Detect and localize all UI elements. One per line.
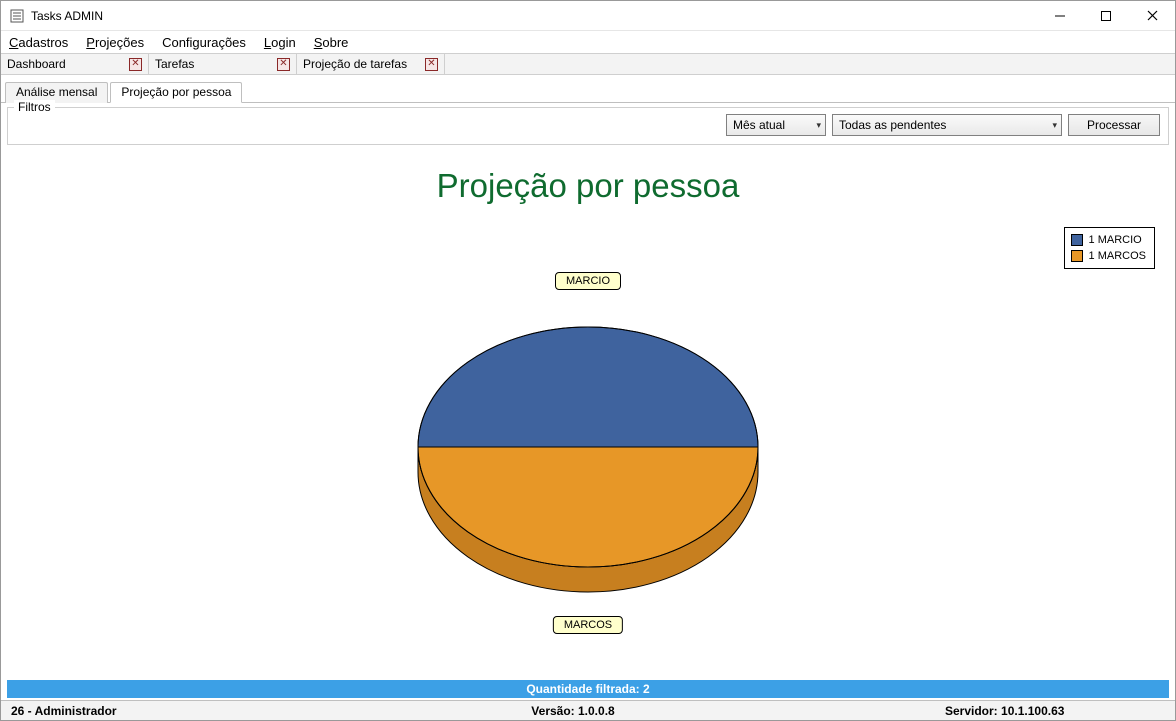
- process-button-label: Processar: [1087, 118, 1141, 132]
- filters-legend: Filtros: [14, 100, 55, 114]
- legend-swatch-icon: [1071, 250, 1083, 262]
- close-tab-icon[interactable]: ✕: [425, 58, 438, 71]
- app-icon: [9, 8, 25, 24]
- chart-legend: 1 MARCIO 1 MARCOS: [1064, 227, 1155, 269]
- window-title: Tasks ADMIN: [31, 9, 103, 23]
- menu-sobre[interactable]: Sobre: [312, 31, 351, 53]
- legend-item: 1 MARCOS: [1071, 248, 1146, 264]
- maximize-button[interactable]: [1083, 1, 1129, 31]
- pie-chart: MARCIO MARCOS: [408, 302, 768, 622]
- chevron-down-icon: ▾: [1052, 120, 1057, 131]
- doc-tab-dashboard[interactable]: Dashboard ✕: [1, 54, 149, 74]
- close-tab-icon[interactable]: ✕: [129, 58, 142, 71]
- menu-login[interactable]: Login: [262, 31, 298, 53]
- doc-tab-tarefas[interactable]: Tarefas ✕: [149, 54, 297, 74]
- doc-tab-label: Dashboard: [7, 57, 66, 71]
- title-bar: Tasks ADMIN: [1, 1, 1175, 31]
- close-tab-icon[interactable]: ✕: [277, 58, 290, 71]
- summary-text: Quantidade filtrada: 2: [526, 682, 649, 696]
- period-combo[interactable]: Mês atual ▾: [726, 114, 826, 136]
- sub-tab-label: Análise mensal: [16, 85, 97, 99]
- status-version: Versão: 1.0.0.8: [521, 704, 624, 718]
- status-user: 26 - Administrador: [1, 704, 211, 718]
- legend-item: 1 MARCIO: [1071, 232, 1146, 248]
- chart-title: Projeção por pessoa: [7, 167, 1169, 205]
- menu-bar: Cadastros Projeções Configurações Login …: [1, 31, 1175, 53]
- sub-tab-label: Projeção por pessoa: [121, 85, 231, 99]
- minimize-button[interactable]: [1037, 1, 1083, 31]
- summary-bar: Quantidade filtrada: 2: [7, 680, 1169, 698]
- legend-label: 1 MARCOS: [1089, 250, 1146, 262]
- status-server: Servidor: 10.1.100.63: [935, 704, 1175, 718]
- filters-panel: Filtros Mês atual ▾ Todas as pendentes ▾…: [7, 107, 1169, 145]
- pie-svg: [408, 302, 768, 622]
- legend-swatch-icon: [1071, 234, 1083, 246]
- sub-tab-projecao-por-pessoa[interactable]: Projeção por pessoa: [110, 82, 242, 103]
- menu-projecoes[interactable]: Projeções: [84, 31, 146, 53]
- doc-tab-projecao-tarefas[interactable]: Projeção de tarefas ✕: [297, 54, 445, 74]
- status-bar: 26 - Administrador Versão: 1.0.0.8 Servi…: [1, 700, 1175, 720]
- status-combo[interactable]: Todas as pendentes ▾: [832, 114, 1062, 136]
- legend-label: 1 MARCIO: [1089, 234, 1142, 246]
- status-combo-value: Todas as pendentes: [839, 118, 946, 132]
- period-combo-value: Mês atual: [733, 118, 785, 132]
- document-tabs: Dashboard ✕ Tarefas ✕ Projeção de tarefa…: [1, 53, 1175, 75]
- menu-cadastros[interactable]: Cadastros: [7, 31, 70, 53]
- doc-tab-label: Projeção de tarefas: [303, 57, 407, 71]
- sub-tab-container: Análise mensal Projeção por pessoa: [1, 75, 1175, 103]
- close-button[interactable]: [1129, 1, 1175, 31]
- slice-label-top: MARCIO: [555, 272, 621, 290]
- chevron-down-icon: ▾: [816, 120, 821, 131]
- doc-tab-label: Tarefas: [155, 57, 194, 71]
- slice-label-bottom: MARCOS: [553, 616, 623, 634]
- menu-configuracoes[interactable]: Configurações: [160, 31, 248, 53]
- chart-area: Projeção por pessoa 1 MARCIO 1 MARCOS MA…: [7, 147, 1169, 680]
- process-button[interactable]: Processar: [1068, 114, 1160, 136]
